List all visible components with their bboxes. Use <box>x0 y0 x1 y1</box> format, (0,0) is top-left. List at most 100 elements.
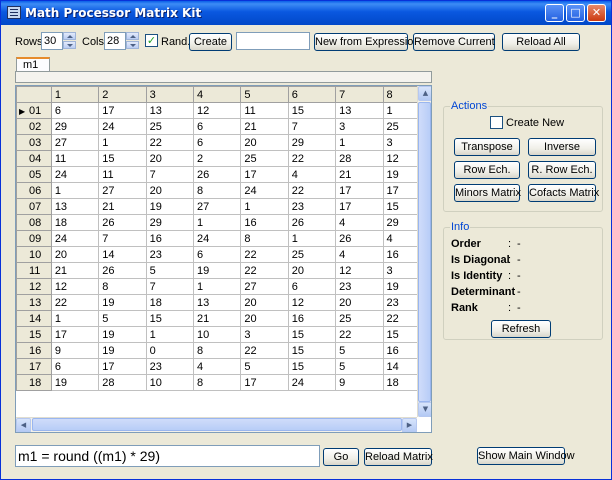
table-row[interactable]: 11 21 26 5 19 22 20 12 3 <box>16 262 431 279</box>
matrix-cell[interactable]: 23 <box>335 278 384 295</box>
table-row[interactable]: 05 24 11 7 26 17 4 21 19 <box>16 166 431 183</box>
matrix-cell[interactable]: 2 <box>192 150 242 167</box>
matrix-cell[interactable]: 6 <box>192 134 242 151</box>
table-row[interactable]: 17 6 17 23 4 5 15 5 14 <box>16 358 431 375</box>
matrix-cell[interactable]: 7 <box>145 278 194 295</box>
matrix-cell[interactable]: 1 <box>240 198 289 215</box>
matrix-cell[interactable]: 6 <box>50 102 100 119</box>
cols-up-icon[interactable] <box>126 32 139 40</box>
table-row[interactable]: 07 13 21 19 27 1 23 17 15 <box>16 198 431 215</box>
matrix-cell[interactable]: 27 <box>50 134 100 151</box>
matrix-cell[interactable]: 8 <box>98 278 147 295</box>
matrix-cell[interactable]: 1 <box>50 310 100 327</box>
matrix-cell[interactable]: 29 <box>50 118 100 135</box>
matrix-cell[interactable]: 7 <box>287 118 337 135</box>
matrix-cell[interactable]: 16 <box>145 230 194 247</box>
matrix-cell[interactable]: 24 <box>98 118 147 135</box>
matrix-cell[interactable]: 24 <box>287 374 337 391</box>
table-row[interactable]: 13 22 19 18 13 20 12 20 23 <box>16 294 431 311</box>
create-button[interactable]: Create <box>189 33 232 51</box>
table-row[interactable]: 16 9 19 0 8 22 15 5 16 <box>16 342 431 359</box>
matrix-cell[interactable]: 1 <box>287 230 337 247</box>
matrix-cell[interactable]: 7 <box>145 166 194 183</box>
matrix-cell[interactable]: 20 <box>287 262 337 279</box>
r-row-ech-button[interactable]: R. Row Ech. <box>528 161 596 179</box>
matrix-cell[interactable]: 12 <box>50 278 100 295</box>
matrix-cell[interactable]: 27 <box>98 182 147 199</box>
matrix-cell[interactable]: 28 <box>335 150 384 167</box>
matrix-cell[interactable]: 3 <box>240 326 289 343</box>
matrix-cell[interactable]: 22 <box>145 134 194 151</box>
matrix-cell[interactable]: 5 <box>335 358 384 375</box>
row-header[interactable]: 03 <box>16 134 52 151</box>
matrix-cell[interactable]: 24 <box>240 182 289 199</box>
matrix-cell[interactable]: 17 <box>240 374 289 391</box>
matrix-cell[interactable]: 7 <box>98 230 147 247</box>
column-header[interactable]: 6 <box>287 86 337 103</box>
matrix-cell[interactable]: 22 <box>287 150 337 167</box>
matrix-cell[interactable]: 8 <box>192 182 242 199</box>
table-row[interactable]: 03 27 1 22 6 20 29 1 3 <box>16 134 431 151</box>
row-header[interactable]: 05 <box>16 166 52 183</box>
matrix-cell[interactable]: 15 <box>287 326 337 343</box>
matrix-cell[interactable]: 9 <box>50 342 100 359</box>
matrix-cell[interactable]: 6 <box>192 118 242 135</box>
matrix-cell[interactable]: 11 <box>98 166 147 183</box>
tab-m1[interactable]: m1 <box>16 57 50 72</box>
matrix-cell[interactable]: 20 <box>240 294 289 311</box>
row-header[interactable]: 06 <box>16 182 52 199</box>
matrix-cell[interactable]: 1 <box>335 134 384 151</box>
matrix-cell[interactable]: 1 <box>50 182 100 199</box>
matrix-cell[interactable]: 13 <box>335 102 384 119</box>
matrix-cell[interactable]: 23 <box>145 358 194 375</box>
row-header[interactable]: 13 <box>16 294 52 311</box>
matrix-cell[interactable]: 29 <box>287 134 337 151</box>
matrix-name-input[interactable] <box>236 32 310 50</box>
row-header[interactable]: 14 <box>16 310 52 327</box>
matrix-cell[interactable]: 20 <box>50 246 100 263</box>
rows-down-icon[interactable] <box>63 41 76 49</box>
maximize-button[interactable]: □ <box>566 4 585 22</box>
matrix-cell[interactable]: 22 <box>240 342 289 359</box>
rows-input[interactable]: 30 <box>41 32 63 50</box>
matrix-cell[interactable]: 16 <box>240 214 289 231</box>
minimize-button[interactable]: _ <box>545 4 564 22</box>
row-header[interactable]: 17 <box>16 358 52 375</box>
scroll-down-icon[interactable]: ▼ <box>418 402 431 417</box>
matrix-cell[interactable]: 17 <box>50 326 100 343</box>
grid-corner[interactable] <box>16 86 52 103</box>
matrix-cell[interactable]: 8 <box>192 374 242 391</box>
matrix-cell[interactable]: 0 <box>145 342 194 359</box>
column-header[interactable]: 3 <box>145 86 194 103</box>
matrix-cell[interactable]: 3 <box>335 118 384 135</box>
table-row[interactable]: 15 17 19 1 10 3 15 22 15 <box>16 326 431 343</box>
matrix-cell[interactable]: 15 <box>145 310 194 327</box>
matrix-cell[interactable]: 11 <box>50 150 100 167</box>
matrix-cell[interactable]: 4 <box>335 214 384 231</box>
matrix-cell[interactable]: 25 <box>287 246 337 263</box>
matrix-cell[interactable]: 10 <box>145 374 194 391</box>
matrix-cell[interactable]: 4 <box>192 358 242 375</box>
matrix-grid[interactable]: 1 2 3 4 5 6 7 8 ▶ 01 6 17 13 12 11 15 13 1 02 29 24 2… <box>15 85 432 433</box>
new-from-expression-button[interactable]: New from Expression <box>314 33 420 51</box>
table-row[interactable]: 10 20 14 23 6 22 25 4 16 <box>16 246 431 263</box>
reload-matrix-button[interactable]: Reload Matrix <box>364 448 433 466</box>
cols-input[interactable]: 28 <box>104 32 126 50</box>
table-row[interactable]: 06 1 27 20 8 24 22 17 17 <box>16 182 431 199</box>
refresh-button[interactable]: Refresh <box>491 320 551 338</box>
rand-checkbox[interactable]: ✓ <box>145 34 158 47</box>
matrix-cell[interactable]: 15 <box>98 150 147 167</box>
matrix-cell[interactable]: 20 <box>240 310 289 327</box>
table-row[interactable]: ▶ 01 6 17 13 12 11 15 13 1 <box>16 102 431 119</box>
rows-up-icon[interactable] <box>63 32 76 40</box>
row-header[interactable]: 04 <box>16 150 52 167</box>
matrix-cell[interactable]: 17 <box>98 102 147 119</box>
matrix-cell[interactable]: 20 <box>335 294 384 311</box>
title-bar[interactable]: Math Processor Matrix Kit _ □ ✕ <box>1 1 611 25</box>
matrix-cell[interactable]: 27 <box>240 278 289 295</box>
matrix-cell[interactable]: 19 <box>192 262 242 279</box>
matrix-cell[interactable]: 25 <box>145 118 194 135</box>
matrix-cell[interactable]: 21 <box>192 310 242 327</box>
matrix-cell[interactable]: 26 <box>98 262 147 279</box>
matrix-cell[interactable]: 23 <box>145 246 194 263</box>
